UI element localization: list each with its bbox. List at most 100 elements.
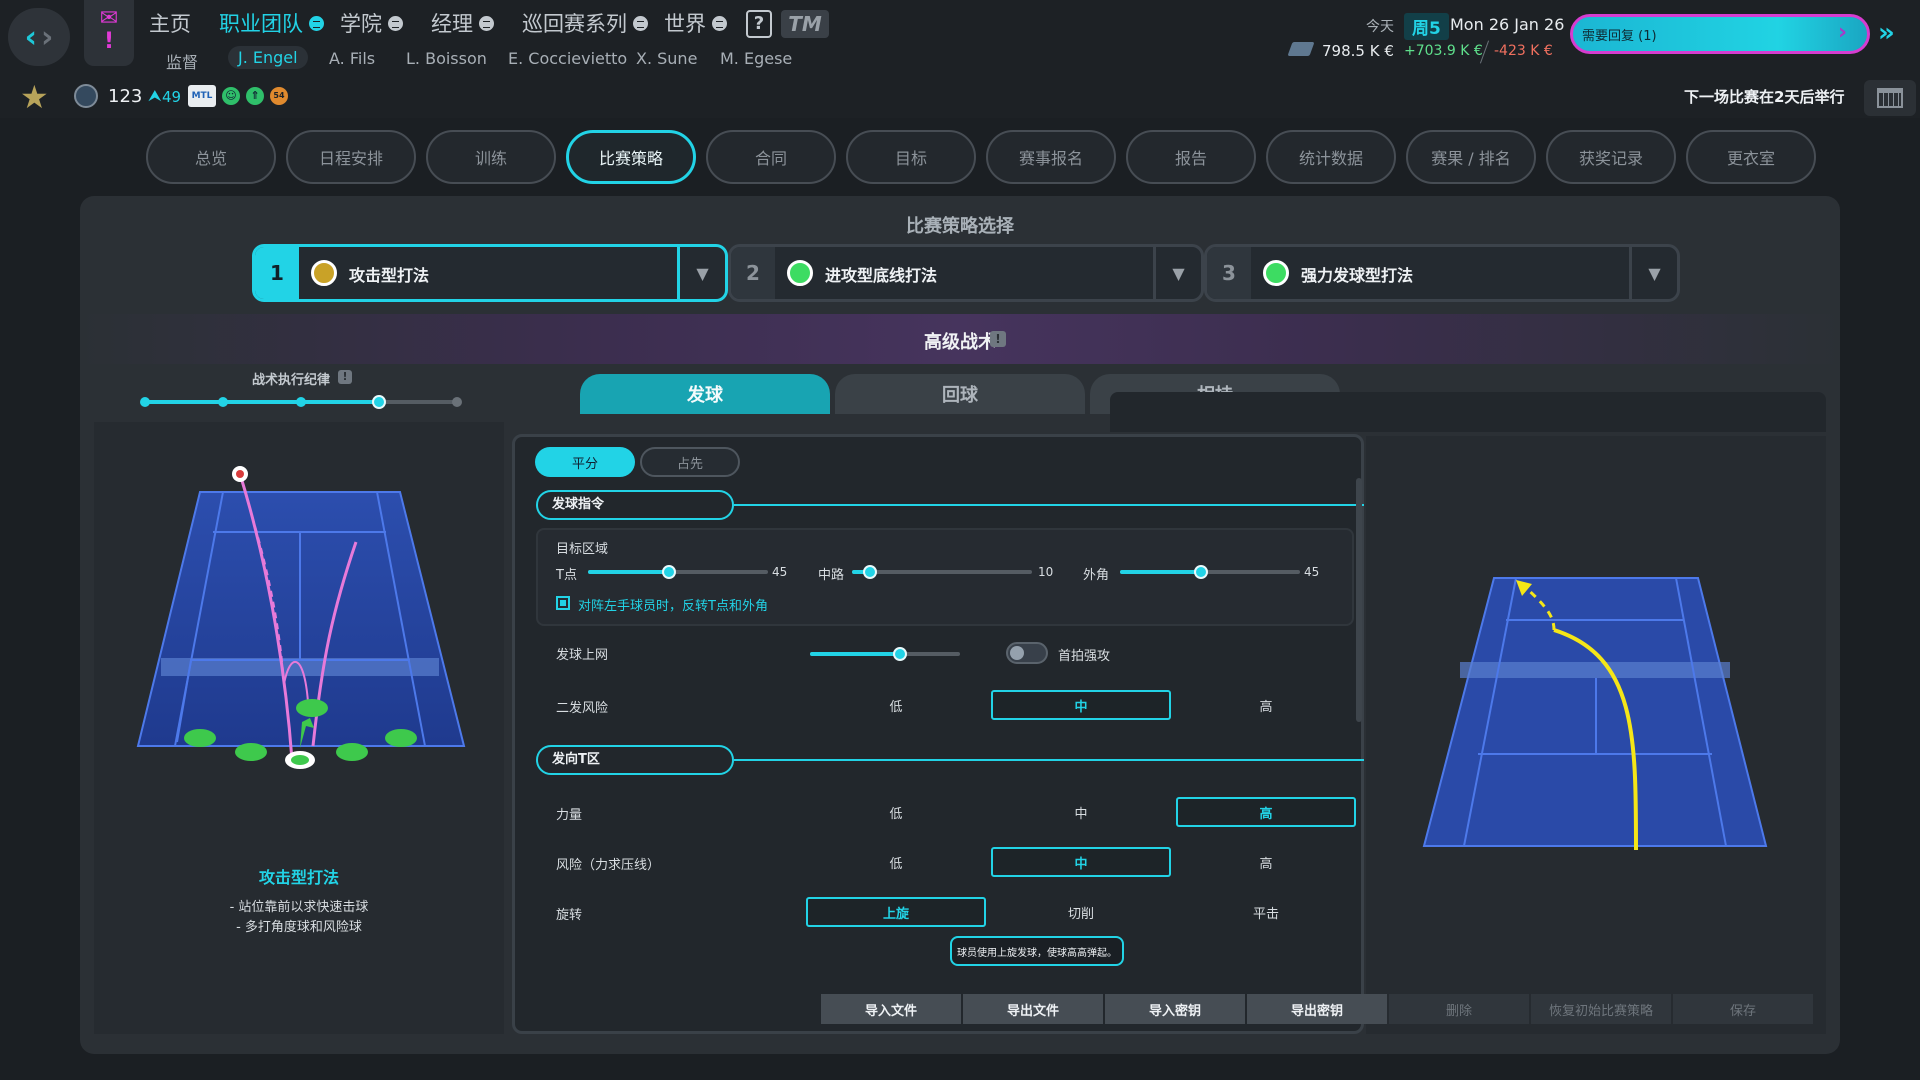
tab-schedule[interactable]: 日程安排 <box>286 130 416 184</box>
tab-locker-room[interactable]: 更衣室 <box>1686 130 1816 184</box>
calendar-button[interactable] <box>1864 80 1916 116</box>
zone-value: 45 <box>772 565 788 579</box>
menu-academy[interactable]: 学院 <box>340 8 403 38</box>
export-file-button[interactable]: 导出文件 <box>963 994 1103 1024</box>
second-risk-high[interactable]: 高 <box>1176 690 1356 720</box>
ad-side-toggle[interactable]: 占先 <box>640 447 740 477</box>
import-file-button[interactable]: 导入文件 <box>821 994 961 1024</box>
strategy-number: 2 <box>731 247 775 299</box>
zone-slider-knob[interactable] <box>1194 565 1208 579</box>
deuce-side-toggle[interactable]: 平分 <box>535 447 635 477</box>
tab-awards[interactable]: 获奖记录 <box>1546 130 1676 184</box>
inbox-button[interactable]: ✉ ! <box>84 0 134 66</box>
delete-button[interactable]: 删除 <box>1389 994 1529 1024</box>
menu-list-icon <box>633 15 648 31</box>
discipline-slider-stop[interactable] <box>218 397 228 407</box>
help-button[interactable]: ? <box>746 10 772 38</box>
team-member[interactable]: E. Coccievietto <box>508 49 627 68</box>
mood-icon[interactable]: ☺ <box>222 87 240 105</box>
strategy-selection-title: 比赛策略选择 <box>906 216 1014 237</box>
discipline-slider-knob[interactable] <box>372 395 386 409</box>
menu-tour-series[interactable]: 巡回赛系列 <box>522 8 648 38</box>
tab-contract[interactable]: 合同 <box>706 130 836 184</box>
risk-label: 风险（力求压线） <box>556 858 661 873</box>
power-high[interactable]: 高 <box>1176 797 1356 827</box>
player-rank: 123 <box>108 86 143 107</box>
fast-forward-icon[interactable]: » <box>1878 18 1895 48</box>
tab-goals[interactable]: 目标 <box>846 130 976 184</box>
risk-mid[interactable]: 中 <box>991 847 1171 877</box>
mail-icon: ✉ <box>99 6 119 31</box>
menu-manager[interactable]: 经理 <box>431 8 494 38</box>
risk-high[interactable]: 高 <box>1176 847 1356 877</box>
dropdown-arrow-icon[interactable]: ▼ <box>677 247 725 299</box>
info-icon[interactable]: ! <box>338 370 352 384</box>
power-mid[interactable]: 中 <box>991 797 1171 827</box>
energy-icon[interactable]: ⇑ <box>246 87 264 105</box>
second-risk-low[interactable]: 低 <box>806 690 986 720</box>
subtab-serve[interactable]: 发球 <box>580 374 830 414</box>
favorite-star-icon[interactable]: ★ <box>20 78 49 116</box>
next-match-info: 下一场比赛在2天后举行 <box>1684 88 1845 106</box>
tab-registration[interactable]: 赛事报名 <box>986 130 1116 184</box>
team-member[interactable]: X. Sune <box>636 49 697 68</box>
strategy-slot-2[interactable]: 2 进攻型底线打法 ▼ <box>728 244 1204 302</box>
income: +703.9 K € <box>1404 43 1483 59</box>
menu-team[interactable]: 职业团队 <box>219 8 324 38</box>
tab-results[interactable]: 赛果 / 排名 <box>1406 130 1536 184</box>
left-style-name: 攻击型打法 <box>258 868 339 887</box>
serve-volley-label: 发球上网 <box>556 648 609 663</box>
spin-topspin[interactable]: 上旋 <box>806 897 986 927</box>
zone-slider-track[interactable] <box>852 570 1032 574</box>
save-button[interactable]: 保存 <box>1673 994 1813 1024</box>
reset-strategy-button[interactable]: 恢复初始比赛策略 <box>1531 994 1671 1024</box>
mirror-lefty-label: 对阵左手球员时，反转T点和外角 <box>578 599 768 614</box>
discipline-slider-stop[interactable] <box>140 397 150 407</box>
spin-label: 旋转 <box>556 908 583 923</box>
dropdown-arrow-icon[interactable]: ▼ <box>1629 247 1677 299</box>
forward-arrow-icon[interactable]: › <box>41 20 53 55</box>
tab-overview[interactable]: 总览 <box>146 130 276 184</box>
tab-reports[interactable]: 报告 <box>1126 130 1256 184</box>
chevron-right-icon: › <box>1838 20 1848 45</box>
power-low[interactable]: 低 <box>806 797 986 827</box>
menu-home[interactable]: 主页 <box>149 8 191 38</box>
discipline-slider-stop[interactable] <box>452 397 462 407</box>
tab-training[interactable]: 训练 <box>426 130 556 184</box>
second-risk-mid[interactable]: 中 <box>991 690 1171 720</box>
risk-low[interactable]: 低 <box>806 847 986 877</box>
form-icon[interactable]: 54 <box>270 87 288 105</box>
spin-tooltip: 球员使用上旋发球，使球高高弹起。 <box>950 936 1124 966</box>
team-member[interactable]: A. Fils <box>329 49 375 68</box>
discipline-slider-fill <box>145 400 379 404</box>
nav-arrows[interactable]: ‹ › <box>8 8 70 66</box>
team-member[interactable]: M. Egese <box>720 49 792 68</box>
discipline-slider-stop[interactable] <box>296 397 306 407</box>
zone-label: T点 <box>556 568 577 583</box>
subtab-return[interactable]: 回球 <box>835 374 1085 414</box>
first-strike-label: 首拍强攻 <box>1058 649 1111 664</box>
team-member-coach[interactable]: 监督 <box>166 49 198 73</box>
tab-match-strategy[interactable]: 比赛策略 <box>566 130 696 184</box>
info-icon[interactable]: ! <box>990 331 1006 347</box>
tab-statistics[interactable]: 统计数据 <box>1266 130 1396 184</box>
first-strike-toggle[interactable] <box>1006 642 1048 664</box>
spin-slice[interactable]: 切削 <box>991 897 1171 927</box>
strategy-slot-3[interactable]: 3 强力发球型打法 ▼ <box>1204 244 1680 302</box>
serve-volley-slider-knob[interactable] <box>893 647 907 661</box>
menu-world[interactable]: 世界 <box>664 8 727 38</box>
dropdown-arrow-icon[interactable]: ▼ <box>1153 247 1201 299</box>
import-key-button[interactable]: 导入密钥 <box>1105 994 1245 1024</box>
back-arrow-icon[interactable]: ‹ <box>25 20 37 55</box>
zone-slider-knob[interactable] <box>863 565 877 579</box>
menu-list-icon <box>388 15 403 31</box>
team-member-selected[interactable]: J. Engel <box>228 46 308 69</box>
mirror-lefty-checkbox[interactable] <box>556 596 570 610</box>
settings-scrollbar[interactable] <box>1356 478 1362 722</box>
strategy-slot-1[interactable]: 1 攻击型打法 ▼ <box>252 244 728 302</box>
zone-slider-knob[interactable] <box>662 565 676 579</box>
export-key-button[interactable]: 导出密钥 <box>1247 994 1387 1024</box>
player-avatar[interactable] <box>74 84 98 108</box>
team-member[interactable]: L. Boisson <box>406 49 487 68</box>
spin-flat[interactable]: 平击 <box>1176 897 1356 927</box>
